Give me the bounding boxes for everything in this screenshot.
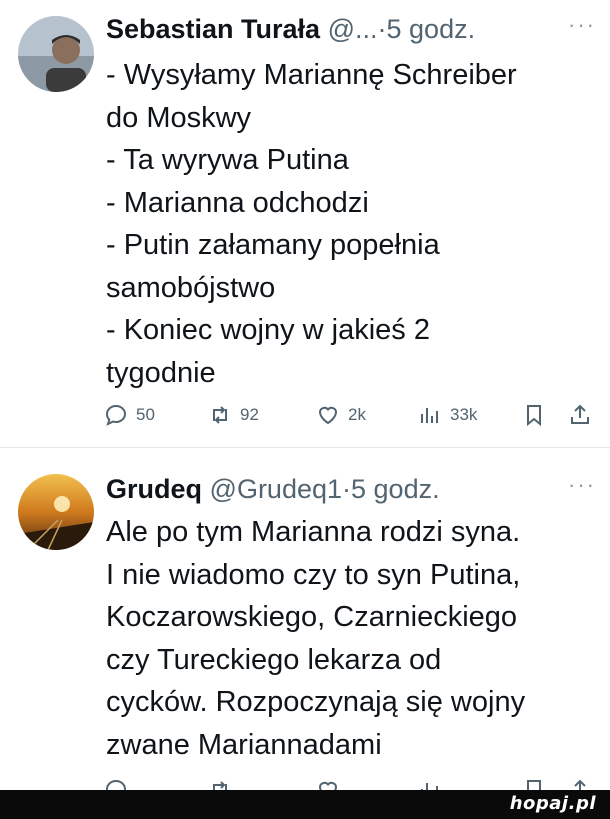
share-button[interactable] [568, 403, 592, 427]
tweet-line: Koczarowskiego, Czarnieckiego [106, 601, 518, 633]
author-handle[interactable]: @Grudeq1 [210, 474, 342, 504]
tweet-line: - Ta wyrywa Putina [106, 144, 349, 176]
more-options-icon[interactable]: ··· [568, 472, 596, 498]
reply-count: 50 [136, 405, 155, 424]
tweet-line: do Moskwy [106, 101, 252, 134]
tweet-line: - Wysyłamy Mariannę Schreiber [106, 59, 517, 91]
share-icon [571, 404, 589, 424]
tweet-line: - Putin załamany popełnia [106, 229, 440, 261]
more-options-icon[interactable]: ··· [568, 12, 596, 38]
retweet-count: 92 [240, 405, 259, 424]
timestamp[interactable]: 5 godz. [387, 14, 476, 44]
heart-icon [318, 406, 338, 425]
bookmark-button[interactable] [522, 403, 546, 427]
like-button[interactable]: 2k [316, 403, 366, 427]
tweet-header: Grudeq @Grudeq1·5 godz. [106, 472, 592, 506]
tweet-line: samobójstwo [106, 271, 276, 304]
separator-dot: · [377, 14, 387, 44]
tweet-2[interactable]: Grudeq @Grudeq1·5 godz. ··· Ale po tym M… [0, 448, 610, 802]
tweet-1[interactable]: Sebastian Turała @...·5 godz. ··· - Wysy… [0, 0, 610, 448]
avatar-sebastian[interactable] [18, 16, 94, 92]
reply-icon [105, 404, 127, 426]
author-name[interactable]: Sebastian Turała [106, 14, 320, 44]
avatar-grudeq[interactable] [18, 474, 94, 550]
retweet-icon [213, 406, 227, 424]
tweet-line: czy Tureckiego lekarza od [106, 643, 442, 676]
tweet-line: zwane Mariannadami [106, 728, 382, 761]
tweet-line: Ale po tym Marianna rodzi syna. [106, 516, 521, 548]
tweet-header: Sebastian Turała @...·5 godz. [106, 12, 592, 46]
views-button[interactable]: 33k [418, 403, 477, 427]
author-name[interactable]: Grudeq [106, 474, 202, 504]
reply-button[interactable]: 50 [104, 403, 155, 427]
tweet-text: - Wysyłamy Mariannę Schreiber do Moskwy … [106, 54, 592, 394]
author-handle[interactable]: @... [328, 14, 378, 44]
retweet-button[interactable]: 92 [208, 403, 259, 427]
watermark-bar: hopaj.pl [0, 790, 610, 819]
tweet-line: tygodnie [106, 356, 216, 389]
tweet-text: Ale po tym Marianna rodzi syna. I nie wi… [106, 511, 592, 766]
views-count: 33k [450, 405, 478, 424]
like-count: 2k [348, 405, 366, 424]
tweet-actions: 50 92 2k 33k [104, 403, 596, 433]
tweet-line: cycków. Rozpoczynają się wojny [106, 686, 526, 718]
views-icon [421, 408, 438, 423]
tweet-line: - Marianna odchodzi [106, 186, 369, 219]
separator-dot: · [342, 474, 352, 504]
watermark-logo: hopaj.pl [509, 793, 596, 814]
timestamp[interactable]: 5 godz. [351, 474, 440, 504]
tweet-line: - Koniec wojny w jakieś 2 [106, 314, 430, 346]
bookmark-icon [527, 405, 541, 427]
tweet-line: I nie wiadomo czy to syn Putina, [106, 558, 521, 591]
